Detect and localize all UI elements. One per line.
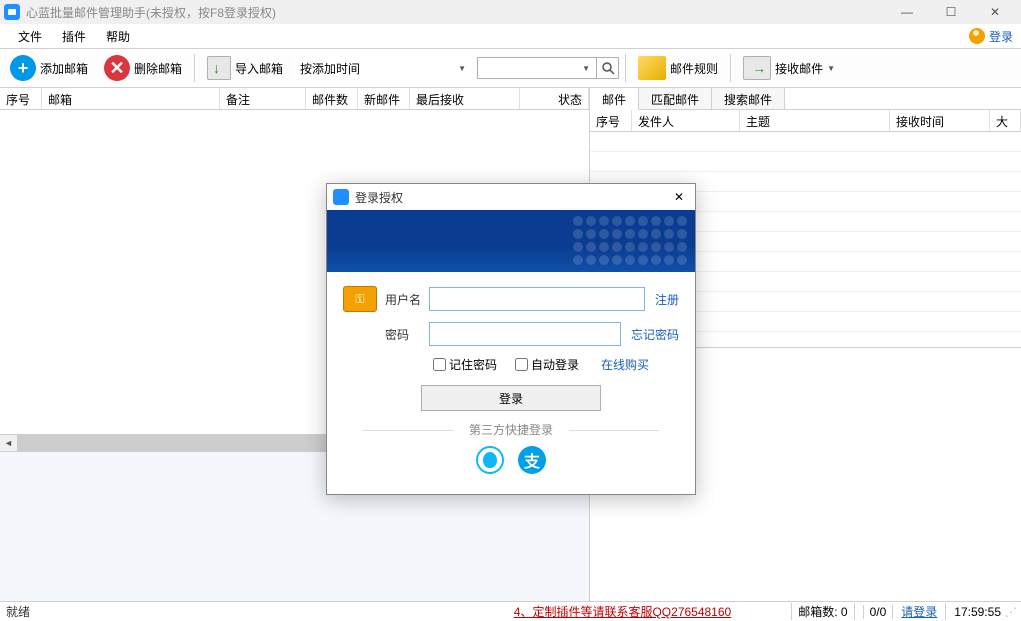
status-time: 17:59:55 [954, 605, 1001, 619]
col-seq[interactable]: 序号 [0, 88, 42, 109]
user-icon [969, 28, 985, 44]
dialog-icon [333, 189, 349, 205]
receive-label: 接收邮件 [775, 60, 823, 77]
mail-rules-button[interactable]: 邮件规则 [632, 54, 724, 82]
chevron-down-icon: ▼ [827, 64, 835, 73]
toolbar: + 添加邮箱 ✕ 删除邮箱 导入邮箱 按添加时间 ▼ ▼ 邮件规则 接收邮件 ▼ [0, 48, 1021, 88]
separator [730, 54, 731, 82]
menu-login[interactable]: 登录 [969, 28, 1013, 45]
separator [625, 54, 626, 82]
import-icon [207, 56, 231, 80]
delete-icon: ✕ [104, 55, 130, 81]
col-new[interactable]: 新邮件 [358, 88, 410, 109]
chevron-down-icon: ▼ [458, 64, 466, 73]
menu-help[interactable]: 帮助 [96, 26, 140, 47]
import-mailbox-button[interactable]: 导入邮箱 [201, 54, 289, 82]
minimize-button[interactable]: — [885, 0, 929, 24]
col-status[interactable]: 状态 [520, 88, 589, 109]
key-icon: ⚿ [343, 286, 377, 312]
statusbar: 就绪 4、定制插件等请联系客服QQ276548160 邮箱数: 0 0/0 请登… [0, 601, 1021, 621]
close-button[interactable]: ✕ [973, 0, 1017, 24]
username-input[interactable] [429, 287, 645, 311]
password-label: 密码 [385, 326, 429, 343]
receive-icon [743, 56, 771, 80]
add-mailbox-button[interactable]: + 添加邮箱 [4, 53, 94, 83]
col-count[interactable]: 邮件数 [306, 88, 358, 109]
status-ready: 就绪 [6, 603, 30, 620]
window-title: 心蓝批量邮件管理助手(未授权，按F8登录授权) [26, 4, 276, 21]
login-button[interactable]: 登录 [421, 385, 601, 411]
search-button[interactable] [597, 57, 619, 79]
col-remark[interactable]: 备注 [220, 88, 306, 109]
third-party-label: 第三方快捷登录 [343, 421, 679, 438]
dialog-title: 登录授权 [355, 189, 403, 206]
col-from[interactable]: 发件人 [632, 110, 740, 131]
auto-login-checkbox[interactable]: 自动登录 [515, 356, 579, 373]
app-icon [4, 4, 20, 20]
magnifier-icon [601, 61, 615, 75]
menu-file[interactable]: 文件 [8, 26, 52, 47]
password-input[interactable] [429, 322, 621, 346]
mailbox-grid-header: 序号 邮箱 备注 邮件数 新邮件 最后接收 状态 [0, 88, 589, 110]
date-search-input[interactable]: ▼ [477, 57, 597, 79]
resize-grip-icon[interactable]: ⋰ [1005, 605, 1015, 619]
rules-label: 邮件规则 [670, 60, 718, 77]
login-dialog: 登录授权 ✕ ⚿ 用户名 注册 密码 忘记密码 记住密码 自动登录 在线购买 登… [326, 183, 696, 495]
plus-icon: + [10, 55, 36, 81]
login-label: 登录 [989, 28, 1013, 45]
progress-count: 0/0 [863, 605, 894, 619]
col-last[interactable]: 最后接收 [410, 88, 520, 109]
register-link[interactable]: 注册 [655, 291, 679, 308]
col-subject[interactable]: 主题 [740, 110, 890, 131]
status-login-link[interactable]: 请登录 [901, 603, 946, 620]
menu-plugin[interactable]: 插件 [52, 26, 96, 47]
scroll-left-icon[interactable]: ◄ [0, 435, 17, 452]
add-label: 添加邮箱 [40, 60, 88, 77]
col-received[interactable]: 接收时间 [890, 110, 990, 131]
col-mailbox[interactable]: 邮箱 [42, 88, 220, 109]
maximize-button[interactable]: ☐ [929, 0, 973, 24]
dialog-banner [327, 210, 695, 272]
titlebar: 心蓝批量邮件管理助手(未授权，按F8登录授权) — ☐ ✕ [0, 0, 1021, 24]
separator [194, 54, 195, 82]
username-label: 用户名 [385, 291, 429, 308]
dialog-close-button[interactable]: ✕ [669, 187, 689, 207]
mail-grid-header: 序号 发件人 主题 接收时间 大 [590, 110, 1021, 132]
delete-mailbox-button[interactable]: ✕ 删除邮箱 [98, 53, 188, 83]
tab-mail[interactable]: 邮件 [590, 88, 639, 110]
col-seq[interactable]: 序号 [590, 110, 632, 131]
qq-login-icon[interactable] [476, 446, 504, 474]
col-size[interactable]: 大 [990, 110, 1021, 131]
dialog-titlebar[interactable]: 登录授权 ✕ [327, 184, 695, 210]
alipay-login-icon[interactable]: 支 [518, 446, 546, 474]
tab-match[interactable]: 匹配邮件 [639, 88, 712, 109]
tab-search[interactable]: 搜索邮件 [712, 88, 785, 109]
status-notice-link[interactable]: 4、定制插件等请联系客服QQ276548160 [514, 603, 731, 620]
menubar: 文件 插件 帮助 登录 [0, 24, 1021, 48]
chevron-down-icon: ▼ [582, 64, 590, 73]
rules-icon [638, 56, 666, 80]
remember-password-checkbox[interactable]: 记住密码 [433, 356, 497, 373]
forgot-password-link[interactable]: 忘记密码 [631, 326, 679, 343]
receive-mail-button[interactable]: 接收邮件 ▼ [737, 54, 841, 82]
import-label: 导入邮箱 [235, 60, 283, 77]
mail-tabs: 邮件 匹配邮件 搜索邮件 [590, 88, 1021, 110]
buy-online-link[interactable]: 在线购买 [601, 356, 649, 373]
mailbox-count: 邮箱数: 0 [791, 603, 854, 620]
sort-value: 按添加时间 [300, 60, 360, 77]
sort-select[interactable]: 按添加时间 ▼ [293, 57, 473, 79]
delete-label: 删除邮箱 [134, 60, 182, 77]
